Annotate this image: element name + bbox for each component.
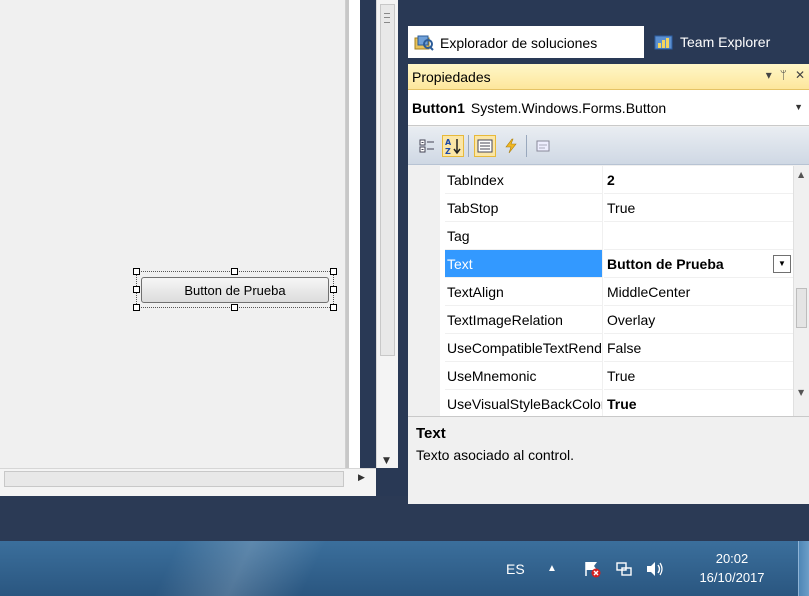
window-position-icon[interactable]: ▾ (766, 68, 772, 82)
taskbar: ES ▲ 20:02 16/10/2017 (0, 541, 809, 596)
property-value[interactable]: MiddleCenter (604, 278, 793, 306)
resize-handle-left[interactable] (133, 286, 140, 293)
resize-handle-bottom-left[interactable] (133, 304, 140, 311)
resize-handle-bottom-right[interactable] (330, 304, 337, 311)
show-desktop-button[interactable] (798, 541, 809, 596)
property-name: TextAlign (445, 278, 603, 306)
property-value[interactable]: True (604, 390, 793, 416)
property-name: TabStop (445, 194, 603, 222)
action-center-flag-icon[interactable] (583, 541, 601, 596)
solution-explorer-icon (414, 35, 434, 51)
property-row-usecompatibletextrendering[interactable]: UseCompatibleTextRendering False (408, 334, 793, 362)
language-indicator[interactable]: ES (506, 541, 525, 596)
property-name: Tag (445, 222, 603, 250)
property-row-tag[interactable]: Tag (408, 222, 793, 250)
property-name: TabIndex (445, 166, 603, 194)
designer-surface[interactable] (0, 0, 360, 468)
alphabetical-icon[interactable]: AZ (442, 135, 464, 157)
system-clock[interactable]: 20:02 16/10/2017 (692, 549, 772, 587)
property-value-text[interactable]: Button de Prueba (607, 256, 724, 272)
categorized-icon[interactable] (416, 135, 438, 157)
show-hidden-icons-icon[interactable]: ▲ (547, 541, 557, 596)
form-button-control[interactable]: Button de Prueba (141, 277, 329, 303)
object-selector[interactable]: Button1 System.Windows.Forms.Button ▼ (408, 90, 809, 126)
property-value[interactable]: True (604, 194, 793, 222)
property-grid: TabIndex 2 TabStop True Tag Text Button … (408, 166, 809, 416)
designer-horizontal-scrollbar[interactable]: ▶ (0, 468, 376, 496)
property-row-usevisualstylebackcolor[interactable]: UseVisualStyleBackColor True (408, 390, 793, 416)
property-name: Text (445, 250, 603, 278)
resize-handle-top[interactable] (231, 268, 238, 275)
clock-date: 16/10/2017 (699, 570, 765, 585)
resize-handle-top-right[interactable] (330, 268, 337, 275)
property-row-text[interactable]: Text Button de Prueba ▼ (408, 250, 793, 278)
scroll-right-icon[interactable]: ▶ (358, 473, 365, 483)
tab-label: Team Explorer (680, 34, 771, 50)
property-row-usemnemonic[interactable]: UseMnemonic True (408, 362, 793, 390)
tab-label: Explorador de soluciones (440, 34, 598, 51)
properties-window: Propiedades ▾ ᛘ ✕ Button1 System.Windows… (408, 64, 809, 504)
property-value[interactable]: Button de Prueba ▼ (604, 250, 793, 278)
pin-icon[interactable]: ᛘ (780, 68, 787, 82)
property-pages-icon[interactable] (532, 135, 554, 157)
scroll-thumb[interactable] (380, 4, 395, 356)
properties-title: Propiedades (412, 68, 491, 85)
property-name: UseCompatibleTextRendering (445, 334, 603, 362)
resize-handle-bottom[interactable] (231, 304, 238, 311)
description-pane: Text Texto asociado al control. (408, 416, 809, 504)
property-name: TextImageRelation (445, 306, 603, 334)
scroll-thumb[interactable] (796, 288, 807, 328)
scroll-up-icon[interactable]: ▲ (798, 170, 804, 179)
scroll-down-icon[interactable]: ▼ (798, 388, 804, 397)
svg-text:A: A (445, 138, 452, 147)
scroll-thumb[interactable] (4, 471, 344, 487)
form-designer: Button de Prueba ▼ ▶ (0, 0, 398, 496)
property-grid-scrollbar[interactable]: ▲ ▼ (793, 166, 809, 416)
object-name: Button1 (412, 99, 465, 116)
tab-solution-explorer[interactable]: Explorador de soluciones (408, 26, 644, 58)
property-value[interactable]: True (604, 362, 793, 390)
network-icon[interactable] (615, 541, 633, 596)
designer-vertical-scrollbar[interactable]: ▼ (376, 0, 398, 468)
property-name: UseMnemonic (445, 362, 603, 390)
scroll-corner (376, 468, 398, 496)
chevron-down-icon[interactable]: ▼ (773, 255, 791, 273)
description-title: Text (416, 425, 446, 442)
property-value[interactable] (604, 222, 793, 250)
description-text: Texto asociado al control. (416, 447, 574, 463)
resize-handle-top-left[interactable] (133, 268, 140, 275)
tool-window-tabs: Explorador de soluciones Team Explorer (408, 26, 809, 58)
property-row-tabstop[interactable]: TabStop True (408, 194, 793, 222)
scroll-down-icon[interactable]: ▼ (383, 456, 390, 466)
chevron-down-icon[interactable]: ▼ (794, 102, 803, 112)
property-value[interactable]: 2 (604, 166, 793, 194)
property-row-textalign[interactable]: TextAlign MiddleCenter (408, 278, 793, 306)
tab-team-explorer[interactable]: Team Explorer (648, 26, 809, 58)
tool-windows-panel: Explorador de soluciones Team Explorer P… (398, 0, 809, 504)
svg-text:Z: Z (445, 147, 451, 155)
properties-title-bar[interactable]: Propiedades ▾ ᛘ ✕ (408, 64, 809, 90)
property-row-tabindex[interactable]: TabIndex 2 (408, 166, 793, 194)
property-value[interactable]: Overlay (604, 306, 793, 334)
object-type: System.Windows.Forms.Button (470, 99, 667, 116)
property-row-textimagerelation[interactable]: TextImageRelation Overlay (408, 306, 793, 334)
resize-handle-right[interactable] (330, 286, 337, 293)
clock-time: 20:02 (715, 551, 749, 566)
properties-toolbar: AZ (408, 127, 809, 165)
property-value[interactable]: False (604, 334, 793, 362)
properties-icon[interactable] (474, 135, 496, 157)
volume-icon[interactable] (645, 541, 665, 596)
team-explorer-icon (654, 34, 674, 50)
events-icon[interactable] (500, 135, 522, 157)
property-name: UseVisualStyleBackColor (445, 390, 603, 416)
form-edge (345, 0, 360, 468)
close-icon[interactable]: ✕ (795, 68, 805, 82)
